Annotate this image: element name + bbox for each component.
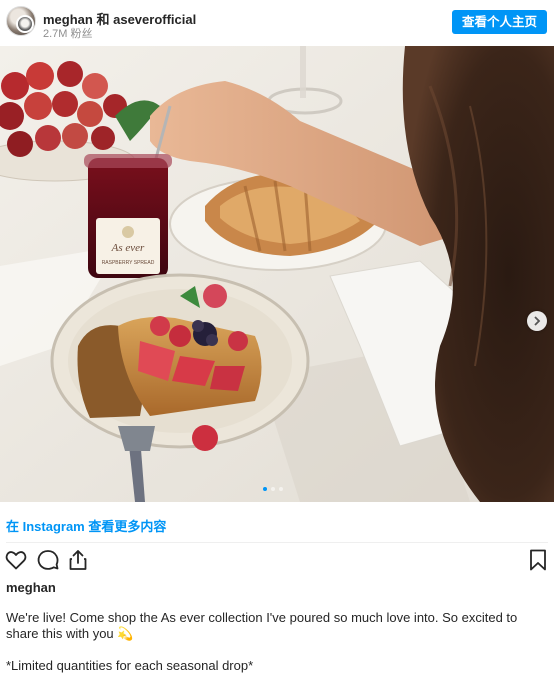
comment-button[interactable]: [36, 548, 60, 572]
post-image[interactable]: As ever RASPBERRY SPREAD: [0, 46, 554, 502]
carousel-dot: [263, 487, 267, 491]
action-bar: [0, 548, 554, 574]
jar-sub-text: RASPBERRY SPREAD: [102, 260, 155, 266]
bookmark-icon: [530, 549, 546, 571]
caption-emoji: 💫: [117, 626, 134, 641]
post-header: meghan 和 aseverofficial 2.7M 粉丝 查看个人主页: [0, 0, 554, 44]
photo-illustration: As ever RASPBERRY SPREAD: [0, 46, 554, 502]
username-joiner: 和: [96, 12, 110, 27]
instagram-embed-card: meghan 和 aseverofficial 2.7M 粉丝 查看个人主页 A…: [0, 0, 554, 673]
carousel-indicator: [263, 487, 283, 491]
comment-icon: [37, 550, 59, 570]
caption-note: *Limited quantities for each seasonal dr…: [6, 658, 254, 673]
share-button[interactable]: [66, 548, 90, 572]
jar-brand-text: As ever: [111, 242, 145, 254]
heart-icon: [5, 551, 27, 570]
share-icon: [69, 550, 87, 570]
carousel-next-button[interactable]: [527, 311, 547, 331]
post-caption: We're live! Come shop the As ever collec…: [6, 610, 541, 642]
carousel-dot: [271, 487, 275, 491]
like-button[interactable]: [4, 548, 28, 572]
follower-count: 2.7M 粉丝: [43, 28, 93, 40]
view-more-on-instagram-link[interactable]: 在 Instagram 查看更多内容: [6, 516, 166, 535]
divider: [6, 542, 548, 543]
save-button[interactable]: [526, 548, 550, 572]
caption-text: We're live! Come shop the As ever collec…: [6, 610, 518, 641]
collaborator-avatar[interactable]: [16, 15, 34, 33]
chevron-right-icon: [534, 316, 541, 326]
collaborator-link[interactable]: aseverofficial: [113, 12, 196, 27]
view-profile-button[interactable]: 查看个人主页: [451, 10, 547, 34]
carousel-dot: [279, 487, 283, 491]
post-author[interactable]: meghan: [6, 580, 56, 595]
